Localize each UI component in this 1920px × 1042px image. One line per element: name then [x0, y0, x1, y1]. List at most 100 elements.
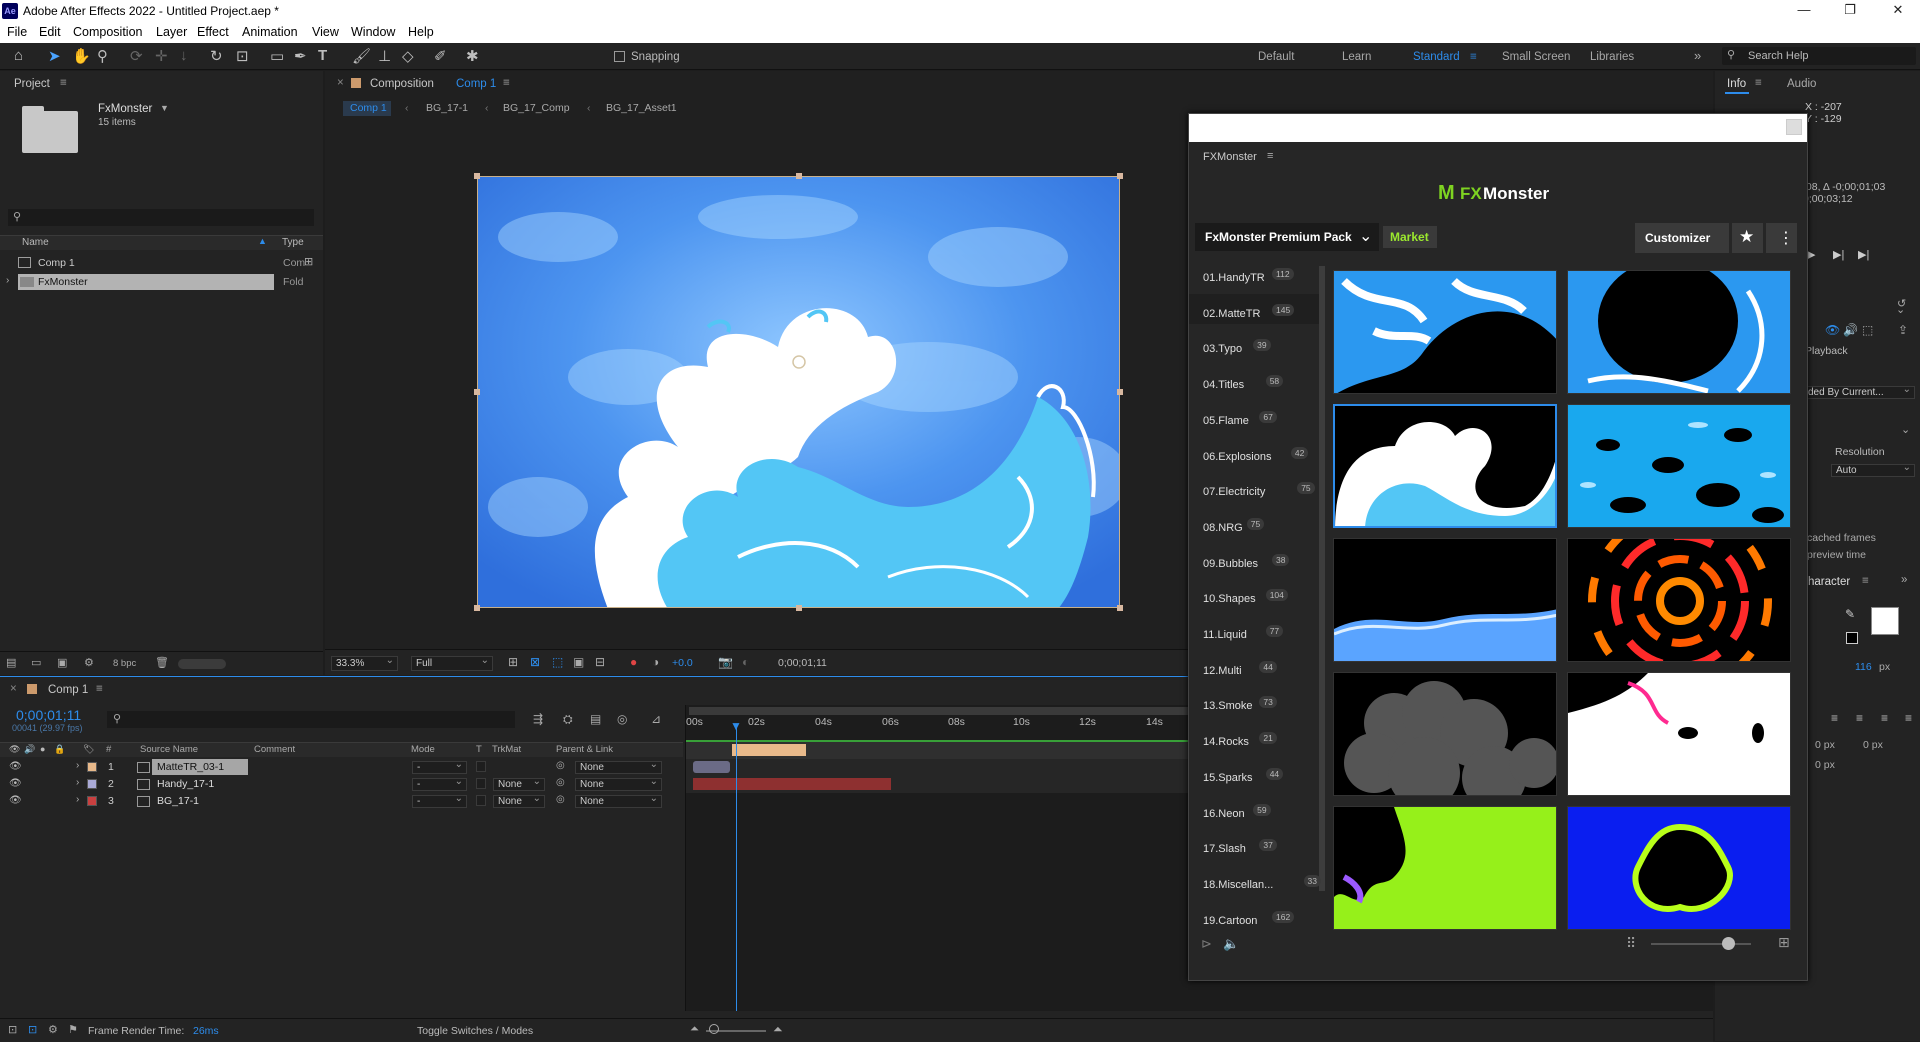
trash-icon[interactable]: 🗑 [155, 656, 169, 669]
menu-help[interactable]: Help [408, 25, 434, 39]
category-item[interactable]: 07.Electricity [1203, 486, 1265, 498]
layer-bar-bg[interactable] [693, 778, 891, 790]
layer-row[interactable]: 👁 › 3 BG_17-1 - None ◎ None [0, 793, 680, 810]
align-center-icon[interactable]: ≡ [1856, 711, 1863, 725]
preserve-transparency-checkbox[interactable] [476, 778, 486, 789]
modes-icon[interactable]: ⊡ [28, 1023, 37, 1036]
home-icon[interactable]: ⌂ [14, 47, 23, 64]
category-item[interactable]: 12.Multi [1203, 665, 1242, 677]
new-comp-icon[interactable]: ▣ [57, 656, 67, 669]
transform-handle[interactable] [796, 173, 802, 179]
roto-tool-icon[interactable]: ✐ [434, 47, 447, 65]
close-icon[interactable]: ✕ [1888, 2, 1908, 18]
dolly-tool-icon[interactable]: ↓ [180, 47, 188, 64]
puppet-tool-icon[interactable]: ✱ [466, 47, 479, 65]
effect-thumbnail[interactable] [1567, 806, 1791, 930]
graph-editor-icon[interactable]: ⊿ [651, 712, 661, 726]
zoom-dropdown[interactable]: 33.3% [331, 654, 398, 671]
grid-small-icon[interactable]: ⠿ [1626, 935, 1636, 952]
chevron-right-icon[interactable]: › [6, 275, 9, 286]
type-tool-icon[interactable]: T [318, 47, 327, 64]
interpret-footage-icon[interactable]: ▤ [6, 656, 16, 669]
parent-dropdown[interactable]: None [575, 759, 662, 774]
in-out-icon[interactable]: ⚙ [48, 1023, 58, 1036]
project-tab[interactable]: Project [14, 78, 50, 90]
flowchart-icon[interactable]: ⊞ [304, 255, 313, 268]
font-size-value[interactable]: 116 [1855, 661, 1872, 673]
motion-blur-icon[interactable]: ◎ [617, 712, 627, 726]
new-folder-icon[interactable]: ▭ [31, 656, 41, 669]
transform-handle[interactable] [1117, 389, 1123, 395]
layer-label-color[interactable] [87, 796, 97, 806]
effect-thumbnail[interactable] [1333, 538, 1557, 662]
preserve-transparency-checkbox[interactable] [476, 761, 486, 772]
show-snapshot-icon[interactable]: ◐ [742, 655, 749, 669]
category-item[interactable]: 17.Slash [1203, 843, 1246, 855]
effect-thumbnail[interactable] [1567, 270, 1791, 394]
volume-icon[interactable]: 🔈 [1223, 936, 1239, 952]
column-type[interactable]: Type [282, 237, 304, 248]
category-item[interactable]: 16.Neon [1203, 808, 1245, 820]
sort-asc-icon[interactable]: ▲ [258, 236, 267, 246]
hand-tool-icon[interactable]: ✋ [72, 47, 91, 65]
breadcrumb-bg17[interactable]: BG_17-1 [426, 102, 468, 114]
workspace-libraries[interactable]: Libraries [1590, 51, 1634, 63]
menu-animation[interactable]: Animation [242, 25, 298, 39]
expand-chevron-icon[interactable]: › [76, 794, 79, 805]
layer-row[interactable]: 👁 › 1 MatteTR_03-1 - ◎ None [0, 759, 680, 776]
timeline-search-input[interactable]: ⚲ [107, 711, 515, 728]
mode-dropdown[interactable]: - [412, 759, 467, 774]
chevron-down-icon[interactable]: ▼ [160, 103, 169, 113]
layer-label-color[interactable] [87, 779, 97, 789]
workspace-learn[interactable]: Learn [1342, 51, 1371, 63]
workspace-small-screen[interactable]: Small Screen [1502, 51, 1570, 63]
menu-edit[interactable]: Edit [39, 25, 61, 39]
zoom-tool-icon[interactable]: ⚲ [97, 47, 108, 65]
col-parent[interactable]: Parent & Link [556, 744, 613, 755]
effect-thumbnail[interactable] [1333, 806, 1557, 930]
category-scrollbar[interactable] [1319, 266, 1325, 891]
frame-blend-icon[interactable]: ▤ [590, 712, 601, 726]
col-trkmat[interactable]: TrkMat [492, 744, 521, 755]
pickwhip-icon[interactable]: ◎ [556, 794, 565, 805]
workspace-menu-icon[interactable]: ≡ [1470, 51, 1477, 63]
breadcrumb-bg17asset[interactable]: BG_17_Asset1 [606, 102, 677, 114]
category-item[interactable]: 04.Titles [1203, 379, 1244, 391]
grid-large-icon[interactable]: ⊞ [1778, 934, 1790, 951]
composition-viewer[interactable] [477, 176, 1120, 608]
transform-handle[interactable] [474, 605, 480, 611]
overlay-icon[interactable]: ⬚ [1862, 323, 1873, 337]
thumb-size-slider[interactable] [1651, 943, 1751, 945]
effect-thumbnail[interactable] [1567, 404, 1791, 528]
visibility-eye-icon[interactable]: 👁 [9, 778, 22, 789]
layer-label-color[interactable] [87, 762, 97, 772]
category-item[interactable]: 05.Flame [1203, 415, 1249, 427]
transform-handle[interactable] [1117, 605, 1123, 611]
col-comment[interactable]: Comment [254, 744, 295, 755]
parent-dropdown[interactable]: None [575, 776, 662, 791]
transparency-grid-icon[interactable]: ⊠ [530, 655, 540, 669]
layer-name[interactable]: BG_17-1 [157, 795, 199, 807]
customizer-button[interactable]: Customizer [1635, 223, 1729, 253]
align-left-icon[interactable]: ≡ [1831, 711, 1838, 725]
comp-menu-icon[interactable]: ≡ [503, 77, 510, 89]
transform-handle[interactable] [1117, 173, 1123, 179]
market-button[interactable]: Market [1383, 226, 1437, 248]
quality-dropdown[interactable]: Full [411, 654, 493, 671]
pickwhip-icon[interactable]: ◎ [556, 777, 565, 788]
grid-guides-icon[interactable]: ⊟ [595, 655, 605, 669]
col-mode[interactable]: Mode [411, 744, 435, 755]
pickwhip-icon[interactable]: ◎ [556, 760, 565, 771]
timeline-menu-icon[interactable]: ≡ [96, 683, 103, 695]
search-help-field[interactable]: ⚲ Search Help [1722, 47, 1916, 65]
next-frame-icon[interactable]: ▶| [1833, 248, 1844, 261]
thumb-size-handle[interactable] [1722, 937, 1735, 950]
close-tab-icon[interactable]: × [337, 77, 344, 89]
bpc-label[interactable]: 8 bpc [113, 658, 136, 669]
render-time-icon[interactable]: ⚑ [68, 1023, 78, 1036]
effect-thumbnail[interactable] [1567, 672, 1791, 796]
playhead-line[interactable] [736, 727, 737, 1011]
eraser-tool-icon[interactable]: ◇ [402, 47, 414, 65]
pen-tool-icon[interactable]: ✒ [294, 47, 307, 65]
menu-composition[interactable]: Composition [73, 25, 142, 39]
